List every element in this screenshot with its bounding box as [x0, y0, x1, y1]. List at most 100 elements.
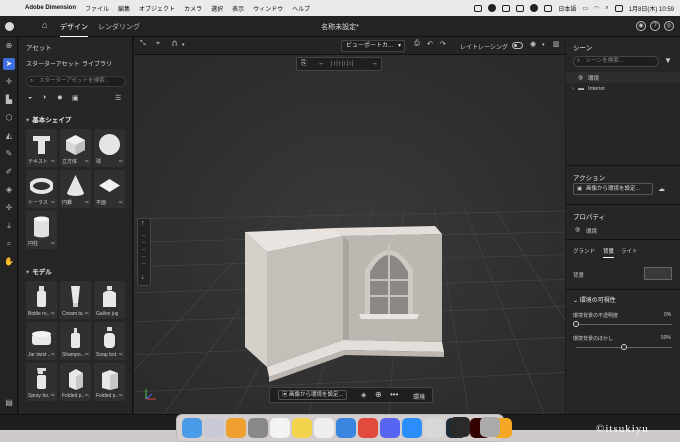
move-tool-icon[interactable]: ✛ [3, 76, 15, 88]
visibility-section-header[interactable]: ⌄ 環境の可視性 [573, 295, 616, 304]
calendar-icon[interactable] [270, 418, 290, 438]
basic-shapes-header[interactable]: ▾ 基本シェイプ [26, 114, 71, 124]
cube-icon[interactable]: ◈ [361, 391, 366, 399]
opacity-slider-knob[interactable] [573, 321, 579, 327]
asset-tile-cube[interactable]: 立方体 ≒ [60, 129, 91, 167]
launchpad-icon[interactable] [204, 418, 224, 438]
tab-starter-assets[interactable]: スターターアセット [26, 59, 80, 68]
panel-toggle-icon[interactable]: ▤ [3, 397, 15, 409]
menu-help[interactable]: ヘルプ [292, 4, 310, 13]
zoom-icon[interactable] [402, 418, 422, 438]
asset-tile-spray-bottle[interactable]: Spray bo... ≒ [26, 363, 57, 401]
bluetooth-icon[interactable] [516, 4, 525, 12]
magnet-icon[interactable]: Ո [172, 40, 177, 48]
add-icon[interactable]: ⊕ [3, 40, 15, 52]
asset-tile-folded-box-2[interactable]: Folded p... ≒ [94, 363, 125, 401]
pages-icon[interactable] [314, 418, 334, 438]
blur-slider-knob[interactable] [621, 344, 627, 350]
asset-tile-gallon-jug[interactable]: Gallon jug [94, 281, 125, 319]
chevron-right-icon[interactable]: › [572, 86, 574, 92]
orbit-camera-icon[interactable]: ◈ [3, 184, 15, 196]
undo-camera-icon[interactable]: ↶ [427, 40, 433, 48]
scene-item-environment[interactable]: ◍ 環境 [566, 72, 680, 83]
asset-tile-plane[interactable]: 平面 ≒ [94, 170, 125, 208]
magic-wand-icon[interactable]: ✎ [3, 148, 15, 160]
menu-edit[interactable]: 編集 [118, 4, 130, 13]
asset-tile-torus[interactable]: トーラス ≒ [26, 170, 57, 208]
filter-lights-icon[interactable]: ✹ [57, 94, 63, 102]
menu-view[interactable]: 表示 [232, 4, 244, 13]
set-env-from-image-action[interactable]: ▣ 画像から環境を設定... [573, 183, 653, 195]
next-arrow-icon[interactable]: → [371, 60, 378, 67]
room-model[interactable] [239, 222, 449, 394]
menu-select[interactable]: 選択 [211, 4, 223, 13]
eyedropper-icon[interactable]: ✐ [3, 166, 15, 178]
tab-background[interactable]: 背景 [603, 247, 615, 258]
models-header[interactable]: ▾ モデル [26, 266, 52, 276]
input-method-label[interactable]: 日本語 [558, 4, 576, 13]
settings-icon[interactable] [248, 418, 268, 438]
cube-tool-icon[interactable]: ⬡ [3, 112, 15, 124]
menu-camera[interactable]: カメラ [184, 4, 202, 13]
wifi-icon[interactable]: ◠ [594, 5, 599, 12]
assets-search-input[interactable]: ⌕ スターターアセットを検索... [26, 76, 126, 87]
finder-icon[interactable] [182, 418, 202, 438]
chevron-down-icon[interactable]: ▾ [542, 42, 545, 48]
search-icon[interactable]: ⌕ [605, 5, 608, 12]
raytracing-toggle[interactable] [512, 42, 523, 49]
arrow-down-icon[interactable]: ↓ [141, 274, 145, 281]
action-extra-icon[interactable]: ☁ [658, 185, 665, 193]
redo-camera-icon[interactable]: ↷ [440, 40, 446, 48]
prev-arrow-icon[interactable]: ← [318, 60, 325, 67]
notes-icon[interactable] [292, 418, 312, 438]
add-icon[interactable]: ⊕ [375, 390, 382, 399]
filter-models-icon[interactable]: ◒ [28, 94, 32, 101]
transform-icon[interactable]: ⤡ [140, 40, 146, 48]
align-icon[interactable]: ⌖ [156, 40, 160, 48]
stack-tool-icon[interactable]: ▙ [3, 94, 15, 106]
record-icon[interactable] [530, 4, 539, 12]
status-menu-icon[interactable] [474, 4, 483, 12]
learn-icon[interactable]: ◉ [636, 21, 646, 31]
chevron-down-icon[interactable]: ▾ [182, 42, 185, 48]
dimension-dock-icon[interactable] [450, 417, 470, 437]
menu-object[interactable]: オブジェクト [139, 4, 175, 13]
viewport-camera-dropdown[interactable]: ビューポートカ... ▾ [341, 40, 405, 52]
paint-tool-icon[interactable]: ◭ [3, 130, 15, 142]
asset-tile-text[interactable]: テキスト ≒ [26, 129, 57, 167]
control-center-icon[interactable] [614, 4, 623, 12]
opacity-slider-track[interactable] [576, 324, 672, 325]
asset-tile-jar[interactable]: Jar twist ... ≒ [26, 322, 57, 360]
filter-images-icon[interactable]: ▣ [72, 94, 79, 102]
trash-icon[interactable] [480, 417, 500, 437]
safari-icon[interactable] [336, 418, 356, 438]
camera-bookmark-icon[interactable]: ⎘ [301, 60, 307, 68]
asset-tile-soap-bottle[interactable]: Soap bot... ≒ [94, 322, 125, 360]
panel-collapse-icon[interactable]: ▥ [553, 40, 560, 48]
menu-file[interactable]: ファイル [85, 4, 109, 13]
share-icon[interactable]: ◎ [664, 21, 674, 31]
help-icon[interactable]: ? [650, 21, 660, 31]
select-tool-icon[interactable]: ➤ [3, 58, 15, 70]
camera-icon[interactable]: ⎙ [414, 40, 420, 48]
scene-item-interior[interactable]: › ▬ Interior [566, 84, 680, 95]
list-view-icon[interactable]: ☰ [115, 94, 121, 102]
visibility-icon[interactable]: ◉ [530, 40, 536, 48]
zoom-icon[interactable]: ⌕ [3, 238, 15, 250]
asset-tile-cone[interactable]: 円錐 ≒ [60, 170, 91, 208]
more-icon[interactable]: ••• [390, 390, 398, 399]
asset-tile-sphere[interactable]: 球 ≒ [94, 129, 125, 167]
dolly-camera-icon[interactable]: ⤓ [3, 220, 15, 232]
filter-icon[interactable]: ▼ [664, 56, 672, 65]
menu-window[interactable]: ウィンドウ [253, 4, 283, 13]
asset-tile-cylinder[interactable]: 円柱 ≒ [26, 211, 57, 249]
set-env-from-image-button[interactable]: ▣ 画像から環境を設定... [278, 390, 348, 400]
scene-search-input[interactable]: ⌕ シーンを検索... [573, 56, 659, 67]
screen-icon[interactable] [502, 4, 511, 12]
zoom-slider[interactable]: ↑ – – – – – ↓ [137, 218, 151, 286]
3d-viewport[interactable]: ⤡ ⌖ Ո ▾ ビューポートカ... ▾ ⎙ ↶ ↷ レイトレーシング ◉ ▾ ▥… [134, 37, 565, 414]
asset-tile-bottle[interactable]: Bottle ro... ≒ [26, 281, 57, 319]
tab-libraries[interactable]: ライブラリ [82, 59, 112, 68]
menubar-datetime[interactable]: 1月8日(木) 10:59 [629, 4, 674, 13]
hand-tool-icon[interactable]: ✋ [3, 256, 15, 268]
